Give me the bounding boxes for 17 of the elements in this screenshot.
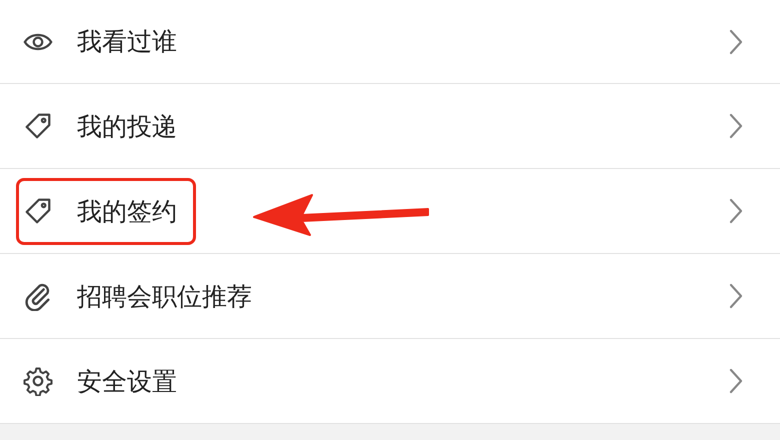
menu-label: 招聘会职位推荐: [77, 280, 252, 312]
menu-label: 安全设置: [77, 366, 177, 398]
chevron-right-icon: [728, 282, 744, 310]
tag-icon: [23, 196, 53, 226]
chevron-right-icon: [728, 197, 744, 225]
chevron-right-icon: [728, 28, 744, 56]
menu-item[interactable]: 我看过谁: [0, 0, 780, 84]
menu-item[interactable]: 我的投递: [0, 84, 780, 169]
menu-label: 我看过谁: [77, 26, 177, 58]
chevron-right-icon: [728, 367, 744, 395]
menu-item[interactable]: 我的签约: [0, 169, 780, 254]
menu-item[interactable]: 招聘会职位推荐: [0, 254, 780, 339]
menu-label: 我的签约: [77, 196, 177, 228]
menu-label: 我的投递: [77, 110, 177, 142]
chevron-right-icon: [728, 112, 744, 140]
settings-icon: [23, 366, 53, 396]
tag-icon: [23, 111, 53, 141]
